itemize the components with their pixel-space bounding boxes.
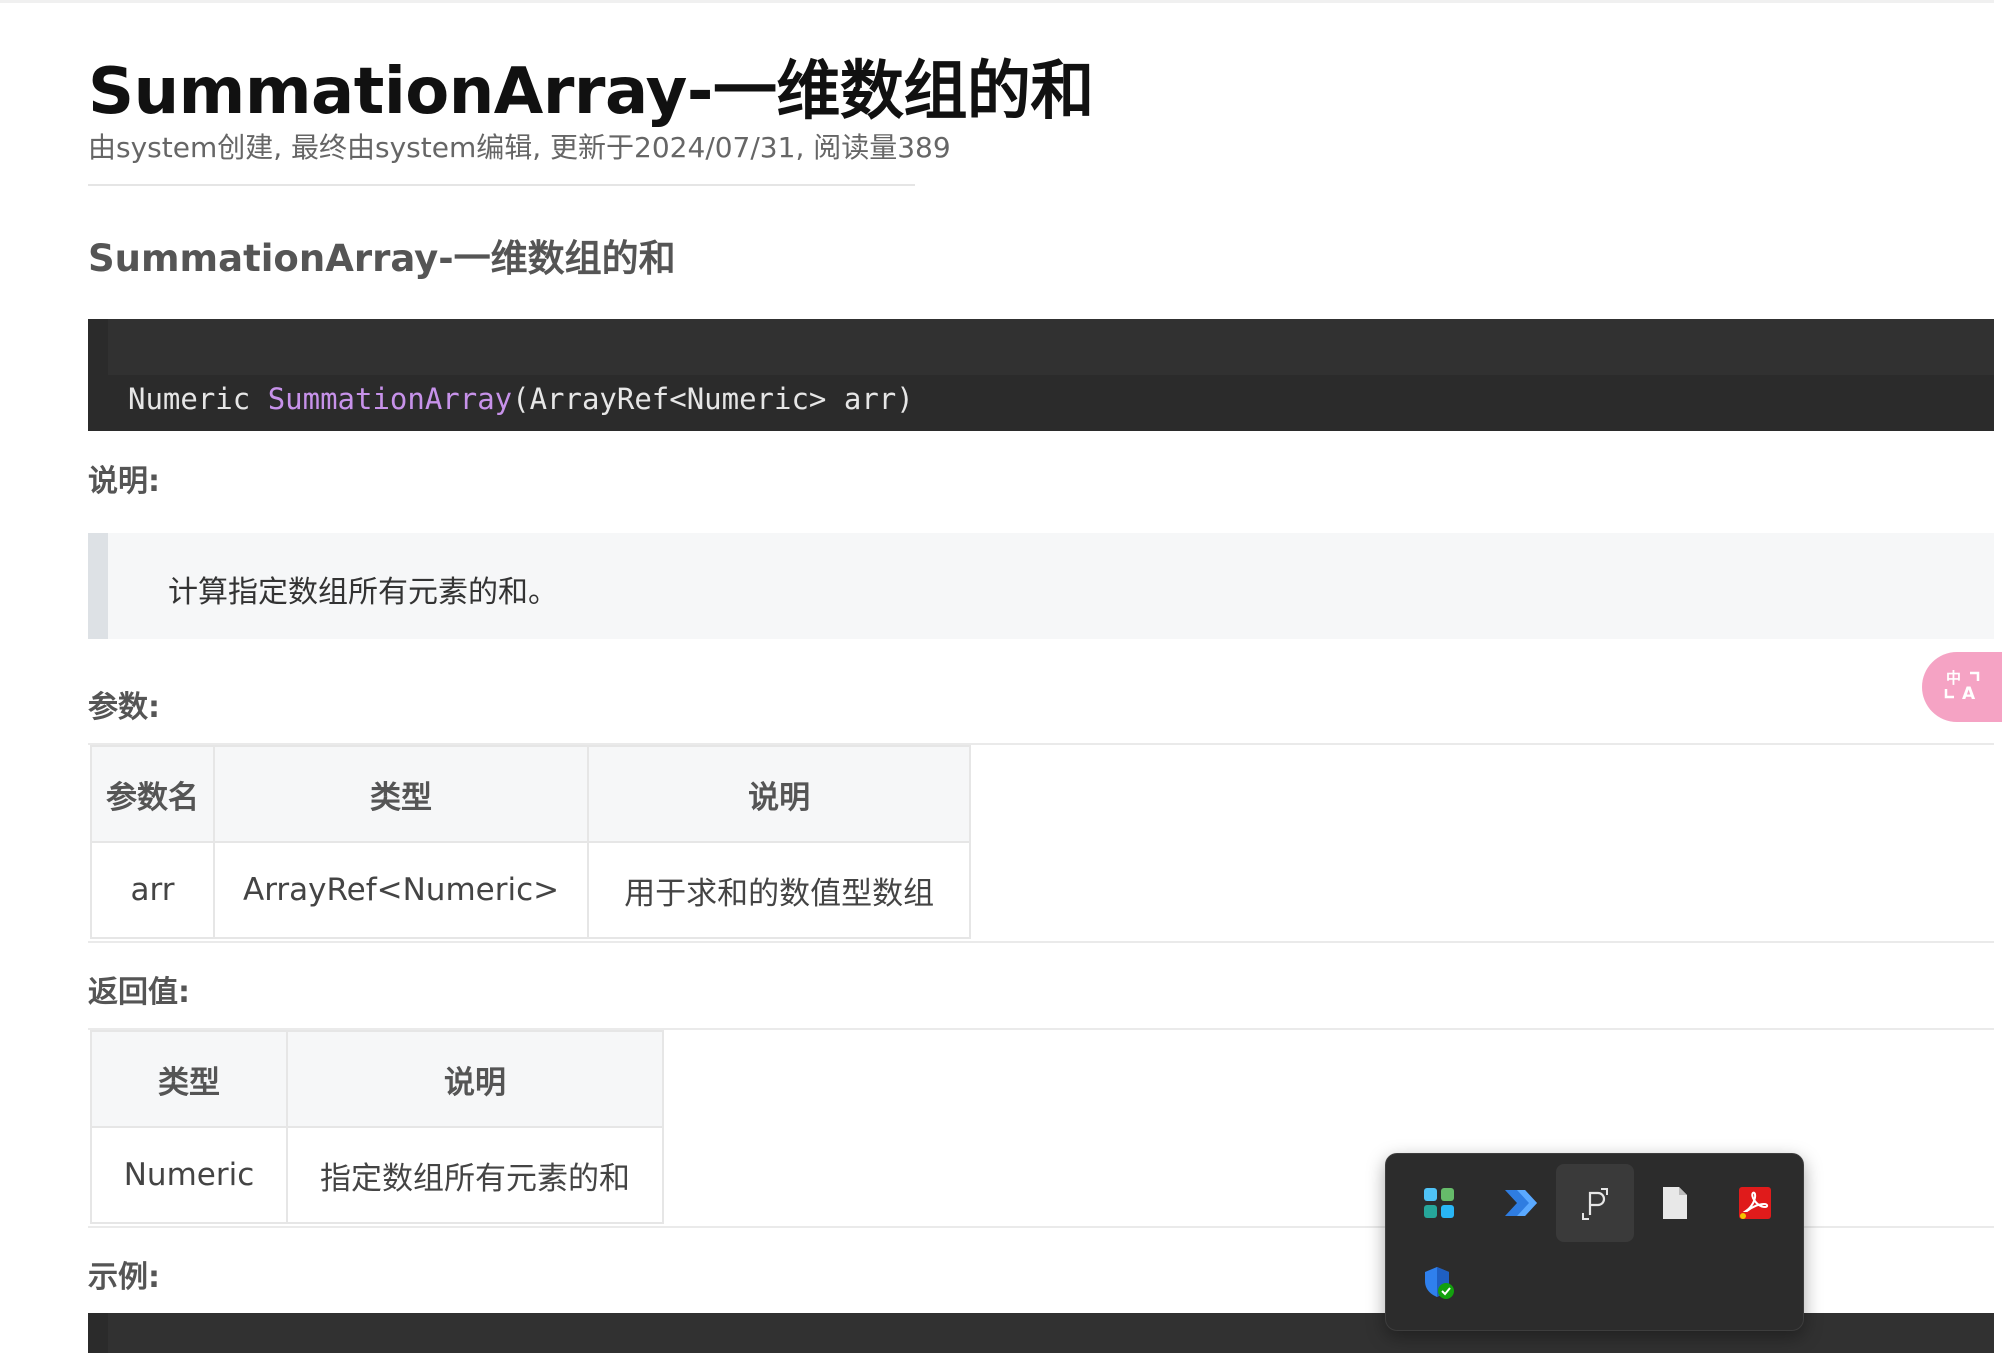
table-row: Numeric 指定数组所有元素的和 bbox=[90, 1126, 664, 1224]
system-tray-overflow bbox=[1385, 1153, 1804, 1331]
power-automate-icon[interactable] bbox=[1480, 1164, 1558, 1242]
table-cell: 用于求和的数值型数组 bbox=[587, 841, 972, 939]
description-text: 计算指定数组所有元素的和。 bbox=[168, 575, 558, 610]
header-cell: 参数名 bbox=[90, 745, 215, 843]
function-name: SummationArray bbox=[267, 382, 513, 416]
app-tile-icon[interactable] bbox=[1400, 1164, 1478, 1242]
returns-table: 类型 说明 Numeric 指定数组所有元素的和 bbox=[90, 1030, 664, 1224]
table-cell: 指定数组所有元素的和 bbox=[286, 1126, 664, 1224]
security-shield-icon[interactable] bbox=[1400, 1244, 1478, 1322]
svg-text:中: 中 bbox=[1946, 669, 1961, 687]
header-cell: 说明 bbox=[286, 1030, 664, 1128]
return-type: Numeric bbox=[128, 382, 268, 416]
description-quote: 计算指定数组所有元素的和。 bbox=[88, 533, 1994, 639]
parameters-table: 参数名 类型 说明 arr ArrayRef<Numeric> 用于求和的数值型… bbox=[90, 745, 972, 939]
parameters-label: 参数: bbox=[88, 690, 160, 725]
translate-icon: 中 A bbox=[1942, 665, 1982, 709]
acrobat-icon[interactable] bbox=[1716, 1164, 1794, 1242]
snipping-tool-icon[interactable] bbox=[1556, 1164, 1634, 1242]
page-title: SummationArray-一维数组的和 bbox=[88, 55, 1094, 129]
table-cell: Numeric bbox=[90, 1126, 288, 1224]
description-label: 说明: bbox=[88, 464, 160, 499]
returns-label: 返回值: bbox=[88, 975, 190, 1010]
translate-button[interactable]: 中 A bbox=[1922, 652, 2002, 722]
param-list: (ArrayRef<Numeric> arr) bbox=[512, 382, 914, 416]
table-cell: arr bbox=[90, 841, 215, 939]
page-meta: 由system创建, 最终由system编辑, 更新于2024/07/31, 阅… bbox=[88, 126, 951, 186]
header-cell: 类型 bbox=[212, 745, 590, 843]
table-row: arr ArrayRef<Numeric> 用于求和的数值型数组 bbox=[90, 841, 972, 939]
svg-text:A: A bbox=[1962, 684, 1976, 704]
header-cell: 说明 bbox=[587, 745, 972, 843]
section-title: SummationArray-一维数组的和 bbox=[88, 237, 676, 280]
file-icon[interactable] bbox=[1636, 1164, 1714, 1242]
code-header bbox=[108, 319, 1994, 375]
table-header-row: 参数名 类型 说明 bbox=[90, 745, 972, 843]
table-header-row: 类型 说明 bbox=[90, 1030, 664, 1128]
header-cell: 类型 bbox=[90, 1030, 288, 1128]
top-border bbox=[0, 0, 1994, 3]
signature-code-block: Numeric SummationArray(ArrayRef<Numeric>… bbox=[88, 319, 1994, 431]
parameters-table-wrap: 参数名 类型 说明 arr ArrayRef<Numeric> 用于求和的数值型… bbox=[88, 743, 1994, 943]
signature-line: Numeric SummationArray(ArrayRef<Numeric>… bbox=[128, 382, 914, 416]
table-cell: ArrayRef<Numeric> bbox=[212, 841, 590, 939]
example-label: 示例: bbox=[88, 1260, 160, 1295]
